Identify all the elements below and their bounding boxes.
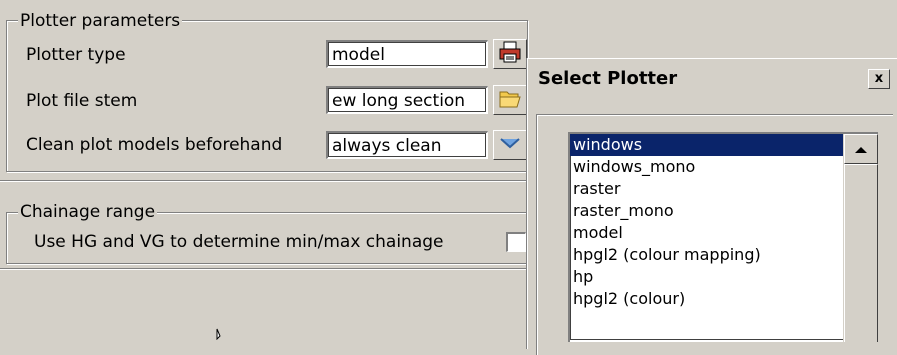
clean-dropdown-button[interactable] [493,130,527,160]
dialog-title: Select Plotter [538,68,678,89]
list-item[interactable]: hpgl2 (colour mapping) [570,244,843,266]
list-item[interactable]: hp [570,266,843,288]
use-hg-vg-label: Use HG and VG to determine min/max chain… [34,232,444,252]
plot-file-stem-field[interactable]: ew long section [326,86,488,114]
plotter-type-field[interactable]: model [326,40,488,68]
plot-file-stem-label: Plot file stem [26,91,138,111]
plotter-listbox[interactable]: windows windows_mono raster raster_mono … [568,132,878,342]
close-button[interactable]: x [868,69,890,89]
list-item[interactable]: raster [570,178,843,200]
chainage-range-legend: Chainage range [18,202,158,222]
folder-icon [498,87,522,114]
browse-folder-button[interactable] [493,85,527,115]
clean-plot-models-field[interactable]: always clean [326,131,488,159]
list-scrollbar[interactable] [843,134,878,342]
dialog-titlebar[interactable]: Select Plotter x [528,59,897,99]
plotter-select-button[interactable] [493,39,527,69]
scroll-up-button[interactable] [844,134,878,164]
chevron-down-icon [499,135,521,155]
mouse-cursor [216,325,230,345]
list-item[interactable]: windows [570,134,843,156]
list-item[interactable]: raster_mono [570,200,843,222]
list-item[interactable]: model [570,222,843,244]
list-item[interactable]: windows_mono [570,156,843,178]
separator-2 [0,268,527,270]
use-hg-vg-checkbox[interactable] [506,232,526,252]
list-item[interactable]: hpgl2 (colour) [570,288,843,310]
printer-icon [498,40,522,69]
arrow-up-icon [854,139,868,159]
plotter-type-label: Plotter type [26,45,126,65]
clean-plot-models-label: Clean plot models beforehand [26,135,283,155]
close-icon: x [874,71,884,86]
scroll-thumb[interactable] [844,164,878,342]
plotter-parameters-legend: Plotter parameters [18,11,183,31]
separator-1 [0,180,527,182]
